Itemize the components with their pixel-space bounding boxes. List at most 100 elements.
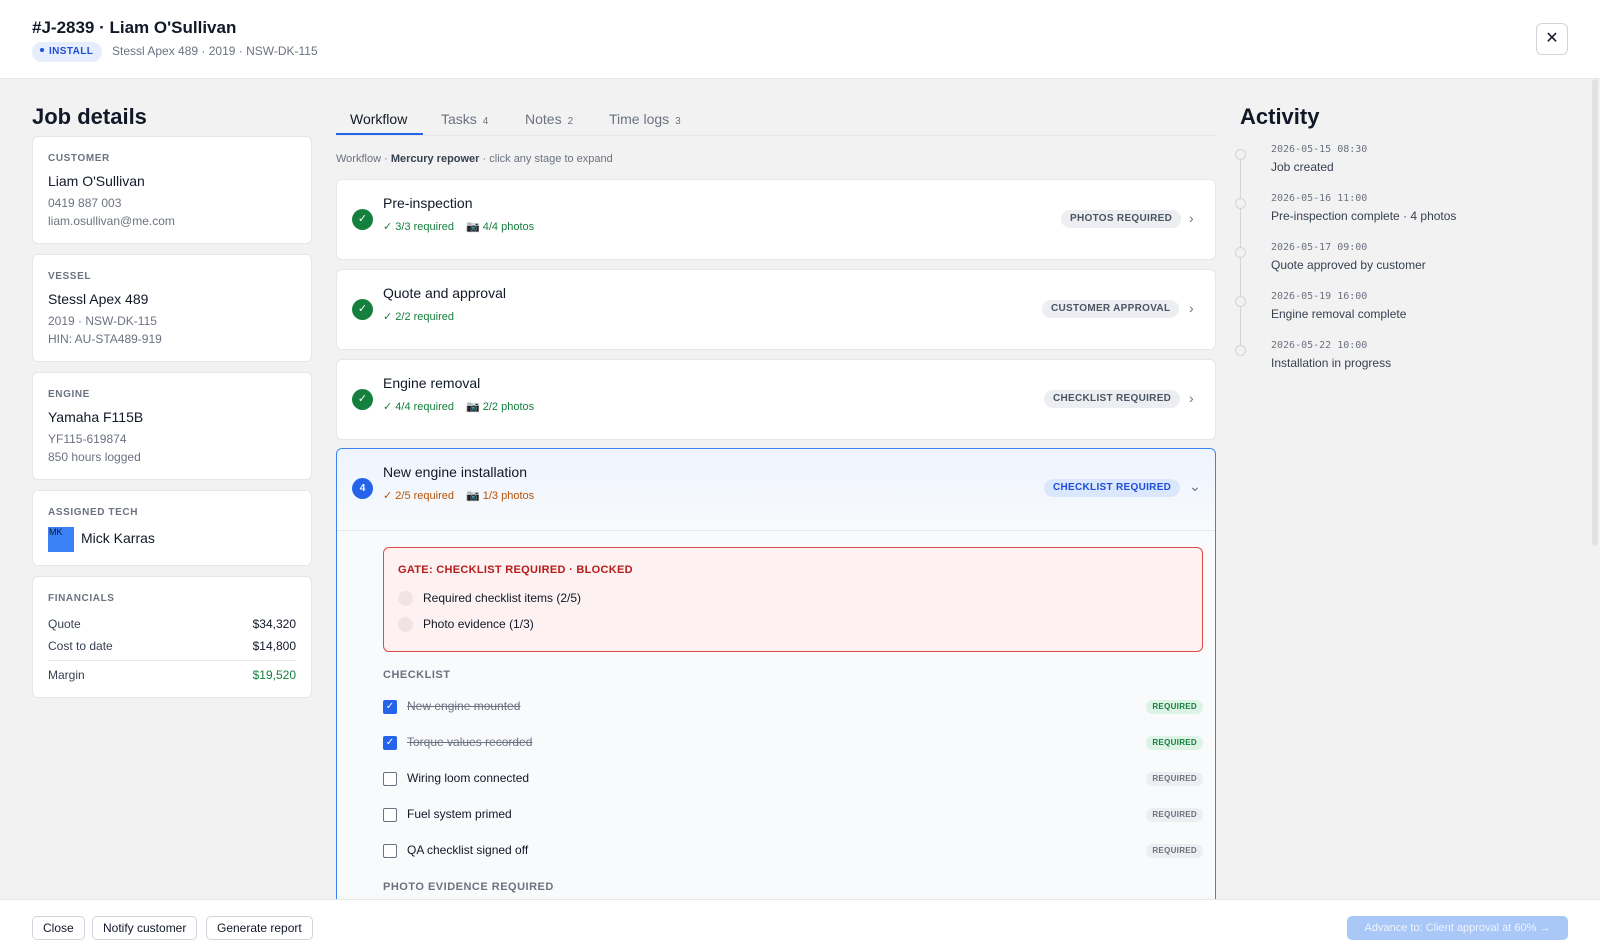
checklist-item-label: Torque values recorded xyxy=(407,735,533,749)
stage-number-badge: 4 xyxy=(352,478,373,499)
close-button[interactable]: Close xyxy=(32,916,85,940)
gate-alert-title: GATE: CHECKLIST REQUIRED · BLOCKED xyxy=(398,564,633,576)
stage-progress: ✓ 2/2 required xyxy=(383,311,454,323)
gate-condition-photos: Photo evidence (1/3) xyxy=(398,617,534,633)
activity-text: Job created xyxy=(1271,160,1334,174)
customer-card: CUSTOMER Liam O'Sullivan 0419 887 003 li… xyxy=(32,136,312,244)
timeline-dot-icon xyxy=(1235,296,1246,307)
tab-tasks[interactable]: Tasks 4 xyxy=(441,111,488,127)
checklist-item-label: Wiring loom connected xyxy=(407,771,530,785)
checklist-heading: CHECKLIST xyxy=(383,669,451,681)
advance-stage-button[interactable]: Advance to: Client approval at 60% → xyxy=(1347,916,1568,940)
financials-label: FINANCIALS xyxy=(48,593,115,604)
checkbox[interactable]: ✓ xyxy=(383,700,397,714)
activity-time: 2026-05-16 11:00 xyxy=(1271,193,1368,204)
engine-name: Yamaha F115B xyxy=(48,409,144,425)
stage-header[interactable]: 4 New engine installation ✓ 2/5 required… xyxy=(337,449,1215,531)
cost-row: Cost to date $14,800 xyxy=(48,639,296,653)
required-tag: REQUIRED xyxy=(1146,736,1203,750)
stage-engine-removal[interactable]: ✓ Engine removal ✓ 4/4 required 📷 2/2 pho… xyxy=(336,359,1216,440)
engine-card: ENGINE Yamaha F115B YF115-619874 850 hou… xyxy=(32,372,312,480)
stage-name: Pre-inspection xyxy=(383,195,473,211)
checkbox[interactable] xyxy=(383,772,397,786)
vessel-hin: HIN: AU-STA489-919 xyxy=(48,332,162,346)
stage-progress: ✓ 2/5 required 📷 1/3 photos xyxy=(383,490,535,502)
vessel-card: VESSEL Stessl Apex 489 2019 · NSW-DK-115… xyxy=(32,254,312,362)
checklist-item-label: Fuel system primed xyxy=(407,807,512,821)
activity-text: Installation in progress xyxy=(1271,356,1392,370)
tech-name: Mick Karras xyxy=(81,530,155,546)
stage-name: Engine removal xyxy=(383,375,481,391)
workflow-caption: Workflow · Mercury repower · click any s… xyxy=(336,153,613,165)
financials-divider xyxy=(48,660,296,661)
timeline-dot-icon xyxy=(1235,198,1246,209)
gate-badge: CUSTOMER APPROVAL xyxy=(1042,300,1180,318)
vessel-subtitle: Stessl Apex 489 · 2019 · NSW-DK-115 xyxy=(112,44,318,58)
active-tab-indicator xyxy=(336,133,423,135)
job-title: #J-2839 · Liam O'Sullivan xyxy=(32,18,237,37)
checklist-item-label: QA checklist signed off xyxy=(407,843,529,857)
workflow-name: Mercury repower xyxy=(390,153,480,165)
checkbox[interactable] xyxy=(383,808,397,822)
required-tag: REQUIRED xyxy=(1146,808,1203,822)
tab-workflow[interactable]: Workflow xyxy=(350,111,407,127)
customer-email: liam.osullivan@me.com xyxy=(48,214,175,228)
stage-name: New engine installation xyxy=(383,464,527,480)
cost-label: Cost to date xyxy=(48,639,113,653)
customer-label: CUSTOMER xyxy=(48,153,110,164)
gate-badge: PHOTOS REQUIRED xyxy=(1061,210,1182,228)
stage-progress: ✓ 3/3 required 📷 4/4 photos xyxy=(383,221,535,233)
timeline-dot-icon xyxy=(1235,345,1246,356)
pending-circle-icon xyxy=(398,591,413,607)
notify-customer-button[interactable]: Notify customer xyxy=(92,916,198,940)
job-type-badge: INSTALL xyxy=(32,42,103,62)
scrollbar-thumb[interactable] xyxy=(1592,79,1598,546)
stage-pre-inspection[interactable]: ✓ Pre-inspection ✓ 3/3 required 📷 4/4 pho… xyxy=(336,179,1216,260)
activity-time: 2026-05-17 09:00 xyxy=(1271,242,1368,253)
required-tag: REQUIRED xyxy=(1146,772,1203,786)
quote-row: Quote $34,320 xyxy=(48,617,296,631)
activity-time: 2026-05-19 16:00 xyxy=(1271,291,1368,302)
activity-text: Engine removal complete xyxy=(1271,307,1407,321)
margin-label: Margin xyxy=(48,668,85,682)
activity-text: Quote approved by customer xyxy=(1271,258,1426,272)
quote-label: Quote xyxy=(48,617,81,631)
tab-notes[interactable]: Notes 2 xyxy=(525,111,573,127)
activity-time: 2026-05-22 10:00 xyxy=(1271,340,1368,351)
cost-value: $14,800 xyxy=(252,639,296,653)
stage-progress: ✓ 4/4 required 📷 2/2 photos xyxy=(383,401,535,413)
timeline-dot-icon xyxy=(1235,247,1246,258)
checkbox[interactable]: ✓ xyxy=(383,736,397,750)
chevron-right-icon[interactable]: › xyxy=(1189,300,1194,316)
chevron-right-icon[interactable]: › xyxy=(1189,390,1194,406)
engine-label: ENGINE xyxy=(48,389,90,400)
job-header: #J-2839 · Liam O'Sullivan INSTALL Stessl… xyxy=(0,0,1600,79)
chevron-right-icon[interactable]: › xyxy=(1189,210,1194,226)
customer-name: Liam O'Sullivan xyxy=(48,173,145,189)
footer-bar: Close Notify customer Generate report Ad… xyxy=(0,899,1600,952)
checklist-item: Fuel system primed REQUIRED xyxy=(383,805,1203,825)
activity-time: 2026-05-15 08:30 xyxy=(1271,144,1368,155)
checkbox[interactable] xyxy=(383,844,397,858)
checklist-item: QA checklist signed off REQUIRED xyxy=(383,841,1203,861)
assigned-tech-label: ASSIGNED TECH xyxy=(48,507,139,518)
close-icon-button[interactable]: ✕ xyxy=(1536,23,1568,55)
engine-serial: YF115-619874 xyxy=(48,432,127,446)
activity-heading: Activity xyxy=(1240,104,1320,129)
checklist-item: ✓ New engine mounted REQUIRED xyxy=(383,697,1203,717)
stage-quote-approval[interactable]: ✓ Quote and approval ✓ 2/2 required CUST… xyxy=(336,269,1216,350)
dot-icon xyxy=(40,48,44,53)
generate-report-button[interactable]: Generate report xyxy=(206,916,313,940)
activity-text: Pre-inspection complete · 4 photos xyxy=(1271,209,1457,223)
vessel-name: Stessl Apex 489 xyxy=(48,291,149,307)
chevron-down-icon[interactable]: ⌄ xyxy=(1189,478,1201,495)
assigned-tech-card: ASSIGNED TECH MK Mick Karras xyxy=(32,490,312,566)
stage-name: Quote and approval xyxy=(383,285,506,301)
gate-badge: CHECKLIST REQUIRED xyxy=(1044,390,1181,408)
margin-row: Margin $19,520 xyxy=(48,668,296,682)
gate-condition-checklist: Required checklist items (2/5) xyxy=(398,591,581,607)
margin-value: $19,520 xyxy=(252,668,296,682)
tab-time-logs[interactable]: Time logs 3 xyxy=(609,111,681,127)
check-circle-icon: ✓ xyxy=(352,299,373,320)
job-details-heading: Job details xyxy=(32,104,147,129)
